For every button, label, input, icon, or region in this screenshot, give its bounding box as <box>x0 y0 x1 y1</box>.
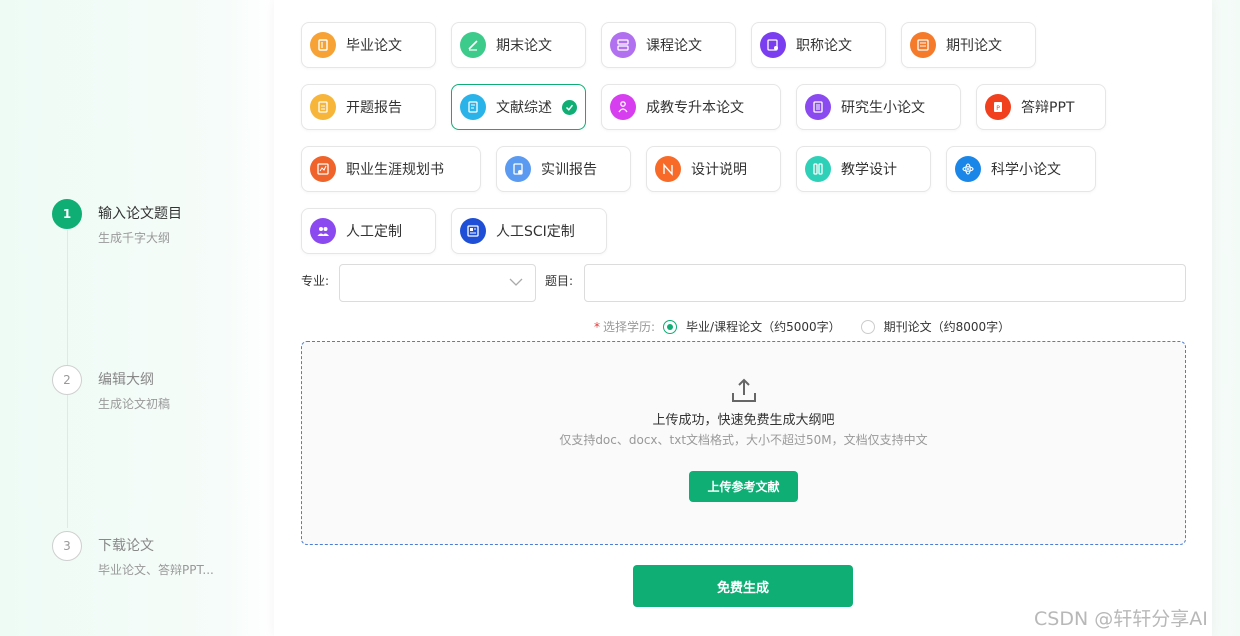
book-icon <box>310 32 336 58</box>
step-number: 1 <box>52 199 82 229</box>
paper-type-label: 文献综述 <box>496 100 552 116</box>
education-label: 选择学历: <box>603 320 656 334</box>
paper-type-chip[interactable]: 职业生涯规划书 <box>301 146 481 192</box>
radio-graduation-paper[interactable]: 毕业/课程论文（约5000字） <box>663 318 841 335</box>
document-icon <box>460 94 486 120</box>
pen-icon <box>460 32 486 58</box>
radio-label: 期刊论文（约8000字） <box>883 320 1011 334</box>
step-title: 下载论文 <box>98 538 154 554</box>
paper-type-chip[interactable]: 毕业论文 <box>301 22 436 68</box>
paper-type-chip[interactable]: 期末论文 <box>451 22 586 68</box>
training-icon <box>505 156 531 182</box>
people-icon <box>310 218 336 244</box>
paper-type-label: 毕业论文 <box>346 38 402 54</box>
paper-type-label: 职业生涯规划书 <box>346 162 444 178</box>
paper-type-chip[interactable]: 设计说明 <box>646 146 781 192</box>
paper-type-label: 设计说明 <box>691 162 747 178</box>
radio-dot <box>663 319 678 334</box>
paper-type-label: 教学设计 <box>841 162 897 178</box>
major-label: 专业: <box>301 274 330 288</box>
paper-type-label: 课程论文 <box>646 38 702 54</box>
upload-icon <box>732 378 756 402</box>
paper-type-chip[interactable]: 职称论文 <box>751 22 886 68</box>
step-subtitle: 生成千字大纲 <box>98 231 171 245</box>
paper-type-chip[interactable]: 课程论文 <box>601 22 736 68</box>
radio-dot <box>860 319 875 334</box>
title-input[interactable] <box>584 264 1186 302</box>
sci-icon <box>460 218 486 244</box>
generate-button[interactable]: 免费生成 <box>633 565 853 607</box>
paper-type-label: 开题报告 <box>346 100 402 116</box>
upload-reference-button[interactable]: 上传参考文献 <box>689 471 798 502</box>
paper-type-label: 期末论文 <box>496 38 552 54</box>
paper-type-chip[interactable]: 科学小论文 <box>946 146 1096 192</box>
title-label: 题目: <box>545 274 574 288</box>
step-subtitle: 生成论文初稿 <box>98 397 171 411</box>
report-icon <box>310 94 336 120</box>
paper-type-chip[interactable]: P 答辩PPT <box>976 84 1106 130</box>
person-icon <box>610 94 636 120</box>
paper-type-chip[interactable]: 成教专升本论文 <box>601 84 781 130</box>
paper-type-chip[interactable]: 人工定制 <box>301 208 436 254</box>
layers-icon <box>610 32 636 58</box>
paper-type-chip[interactable]: 期刊论文 <box>901 22 1036 68</box>
paper-type-chip[interactable]: 开题报告 <box>301 84 436 130</box>
step-number: 3 <box>52 531 82 561</box>
plan-icon <box>310 156 336 182</box>
paper-type-chip[interactable]: 实训报告 <box>496 146 631 192</box>
step-subtitle: 毕业论文、答辩PPT... <box>98 563 214 577</box>
major-select[interactable] <box>339 264 536 302</box>
paper-type-chip[interactable]: 人工SCI定制 <box>451 208 607 254</box>
paper-type-label: 实训报告 <box>541 162 597 178</box>
paper-type-label: 人工定制 <box>346 224 402 240</box>
journal-icon <box>910 32 936 58</box>
paper-type-label: 研究生小论文 <box>841 100 925 116</box>
step-number: 2 <box>52 365 82 395</box>
paper-type-label: 职称论文 <box>796 38 852 54</box>
step-title: 输入论文题目 <box>98 206 182 222</box>
paper-icon <box>805 94 831 120</box>
ppt-icon: P <box>985 94 1011 120</box>
watermark: CSDN @轩轩分享AI <box>1034 608 1208 630</box>
paper-type-label: 人工SCI定制 <box>496 224 575 240</box>
paper-type-chip[interactable]: 研究生小论文 <box>796 84 961 130</box>
education-radio-group: * 选择学历: 毕业/课程论文（约5000字） 期刊论文（约8000字） <box>594 318 1030 335</box>
paper-type-label: 期刊论文 <box>946 38 1002 54</box>
upload-hint: 仅支持doc、docx、txt文档格式，大小不超过50M，文档仅支持中文 <box>559 433 928 447</box>
upload-dropzone[interactable]: 上传成功，快速免费生成大纲吧 仅支持doc、docx、txt文档格式，大小不超过… <box>301 341 1186 545</box>
teaching-icon <box>805 156 831 182</box>
upload-title: 上传成功，快速免费生成大纲吧 <box>652 413 835 428</box>
radio-journal-paper[interactable]: 期刊论文（约8000字） <box>860 318 1011 335</box>
required-mark: * <box>594 319 600 334</box>
atom-icon <box>955 156 981 182</box>
paper-type-label: 科学小论文 <box>991 162 1061 178</box>
paper-type-label: 答辩PPT <box>1021 100 1075 116</box>
chevron-down-icon <box>509 278 523 286</box>
svg-text:P: P <box>996 105 1000 112</box>
paper-type-chip[interactable]: 文献综述 <box>451 84 586 130</box>
paper-type-label: 成教专升本论文 <box>646 100 744 116</box>
design-icon <box>655 156 681 182</box>
check-icon <box>562 100 577 115</box>
step-title: 编辑大纲 <box>98 372 154 388</box>
radio-label: 毕业/课程论文（约5000字） <box>686 320 841 334</box>
certificate-icon <box>760 32 786 58</box>
paper-type-chip[interactable]: 教学设计 <box>796 146 931 192</box>
